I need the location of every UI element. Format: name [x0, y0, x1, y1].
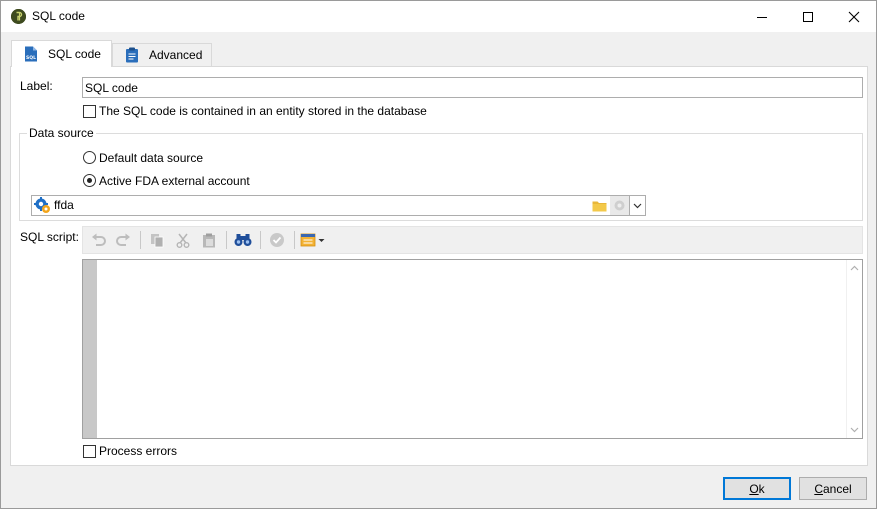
editor-scrollbar[interactable] — [846, 260, 862, 438]
edit-link-button[interactable] — [610, 196, 629, 215]
default-datasource-radio[interactable] — [83, 151, 96, 164]
editor-gutter — [83, 260, 97, 438]
default-datasource-label: Default data source — [99, 151, 204, 165]
insert-menu-icon[interactable] — [299, 230, 327, 250]
app-logo-icon — [11, 9, 26, 24]
sql-code-dialog: SQL code SQL SQL code Advanced Label: SQ… — [0, 0, 877, 509]
ok-button-label: Ok — [749, 481, 765, 496]
toolbar-separator — [260, 231, 261, 249]
entity-checkbox[interactable] — [83, 105, 96, 118]
cancel-button-label: Cancel — [814, 481, 852, 496]
account-dropdown-button[interactable] — [629, 196, 645, 215]
minimize-button[interactable] — [739, 1, 785, 32]
radio-selected-dot — [87, 178, 92, 183]
minimize-icon — [757, 16, 767, 18]
label-caption: Label: — [20, 79, 53, 93]
svg-text:SQL: SQL — [26, 55, 36, 61]
sql-script-editor[interactable] — [82, 259, 863, 439]
sql-file-icon: SQL — [24, 46, 38, 62]
chevron-down-icon — [633, 203, 642, 208]
fda-account-label: Active FDA external account — [99, 174, 250, 188]
redo-icon[interactable] — [113, 230, 133, 250]
process-errors-checkbox[interactable] — [83, 445, 96, 458]
maximize-button[interactable] — [785, 1, 831, 32]
label-input[interactable]: SQL code — [82, 77, 863, 98]
sql-script-caption: SQL script: — [20, 230, 79, 244]
title-bar: SQL code — [1, 1, 876, 32]
process-errors-label: Process errors — [99, 444, 178, 458]
external-account-value: ffda — [54, 198, 74, 212]
folder-icon — [592, 201, 607, 211]
close-icon — [848, 11, 860, 22]
clipboard-icon — [125, 47, 139, 63]
tab-advanced[interactable]: Advanced — [112, 43, 212, 66]
tab-label: Advanced — [149, 48, 203, 62]
scroll-up-icon — [850, 265, 859, 271]
sql-editor-toolbar — [82, 226, 863, 254]
check-icon[interactable] — [267, 230, 287, 250]
external-account-icon — [34, 197, 51, 214]
settings-disabled-icon — [614, 200, 625, 211]
toolbar-separator — [140, 231, 141, 249]
toolbar-separator — [294, 231, 295, 249]
cut-icon[interactable] — [173, 230, 193, 250]
data-source-group-title: Data source — [27, 126, 96, 140]
scroll-down-icon — [850, 427, 859, 433]
undo-icon[interactable] — [89, 230, 109, 250]
toolbar-separator — [226, 231, 227, 249]
window-title: SQL code — [32, 9, 85, 23]
entity-checkbox-label: The SQL code is contained in an entity s… — [99, 104, 427, 118]
ok-button[interactable]: Ok — [723, 477, 791, 500]
paste-icon[interactable] — [199, 230, 219, 250]
maximize-icon — [803, 11, 813, 22]
external-account-combo[interactable]: ffda — [31, 195, 646, 216]
tab-sql-code[interactable]: SQL SQL code — [11, 40, 112, 67]
copy-icon[interactable] — [147, 230, 167, 250]
fda-account-radio[interactable] — [83, 174, 96, 187]
tab-label: SQL code — [48, 47, 101, 61]
tab-panel: Label: SQL code The SQL code is containe… — [10, 66, 868, 466]
folder-browse-button[interactable] — [590, 196, 609, 215]
cancel-button[interactable]: Cancel — [799, 477, 867, 500]
close-button[interactable] — [831, 1, 877, 32]
binoculars-icon[interactable] — [233, 230, 253, 250]
